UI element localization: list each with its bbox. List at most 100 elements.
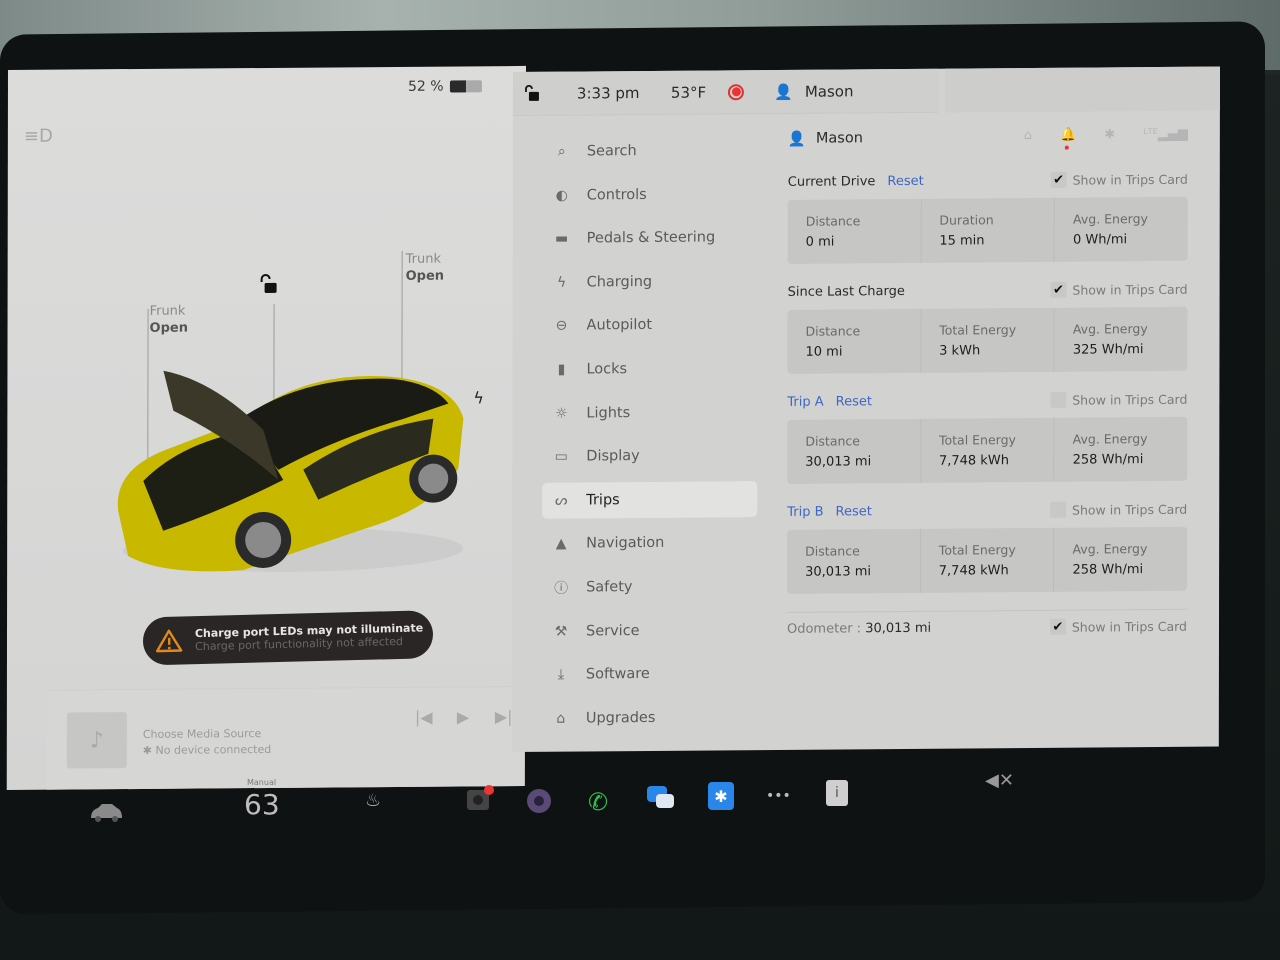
since-last-charge-checkbox[interactable]: ✔ xyxy=(1050,281,1067,298)
nav-item-label: Pedals & Steering xyxy=(586,229,716,247)
current-drive-header: Current Drive Reset ✔ Show in Trips Card xyxy=(788,165,1188,196)
driver-profile[interactable]: 👤 Mason xyxy=(774,82,853,101)
cabin-temperature[interactable]: 63 xyxy=(244,788,280,821)
trip-a-checkbox[interactable] xyxy=(1050,391,1067,408)
profile-name: Mason xyxy=(815,130,863,147)
stat-value: 30,013 mi xyxy=(805,564,872,580)
odometer-value: 30,013 mi xyxy=(865,620,932,636)
charge-port-alert[interactable]: Charge port LEDs may not illuminate Char… xyxy=(142,610,434,666)
nav-item-controls[interactable]: ◐ Controls xyxy=(543,176,758,214)
nav-item-pedals-steering[interactable]: ▬ Pedals & Steering xyxy=(543,219,758,257)
dashcam-viewer-icon[interactable] xyxy=(526,788,552,814)
odometer-checkbox[interactable]: ✔ xyxy=(1049,618,1066,635)
stat-value: 0 Wh/mi xyxy=(1073,232,1128,248)
stat-distance: Distance 30,013 mi xyxy=(787,528,921,594)
nav-item-label: Display xyxy=(586,448,640,465)
stat-value: 30,013 mi xyxy=(805,454,872,470)
outside-temperature: 53°F xyxy=(670,83,707,102)
trip-a-show-in-trips-card[interactable]: Show in Trips Card xyxy=(1050,391,1187,408)
odometer-show-in-trips-card[interactable]: ✔ Show in Trips Card xyxy=(1049,618,1187,635)
bottom-dock: Manual 63 ♨ ✆ ✱ ••• i ◀✕ xyxy=(60,770,1060,850)
camera-icon[interactable] xyxy=(465,784,495,812)
bag-icon: ⌂ xyxy=(556,710,566,727)
previous-track-button[interactable]: |◀ xyxy=(415,708,433,727)
dashcam-record-icon[interactable] xyxy=(728,83,745,100)
trip-b-reset-button[interactable]: Reset xyxy=(835,504,871,519)
nav-item-label: Safety xyxy=(586,579,633,596)
current-drive-reset-button[interactable]: Reset xyxy=(887,173,923,188)
current-drive-show-in-trips-card[interactable]: ✔ Show in Trips Card xyxy=(1050,171,1188,188)
notification-bell-icon[interactable]: 🔔 xyxy=(1060,128,1076,143)
volume-muted-icon[interactable]: ◀✕ xyxy=(985,770,1014,791)
homelink-icon[interactable]: ⌂ xyxy=(1024,128,1032,143)
trunk-status[interactable]: Trunk Open xyxy=(406,251,444,285)
media-source-title[interactable]: Choose Media Source xyxy=(143,727,261,741)
play-button[interactable]: ▶ xyxy=(457,707,469,726)
frunk-status[interactable]: Frunk Open xyxy=(150,303,188,337)
music-note-icon[interactable]: ♪ xyxy=(66,712,127,769)
trip-a-header: Trip A Reset Show in Trips Card xyxy=(787,385,1187,416)
charge-port-bolt-icon: ϟ xyxy=(473,388,484,408)
lock-status-icon[interactable] xyxy=(523,84,541,102)
trips-content: 👤 Mason ⌂ 🔔 ✱ ᴸᵀᴱ▂▄▆ Current Drive Reset ✔… xyxy=(787,121,1188,637)
nav-item-search[interactable]: ⌕ Search xyxy=(543,132,758,170)
nav-item-label: Software xyxy=(585,666,650,683)
unlock-icon[interactable] xyxy=(258,273,280,300)
stat-avg-energy: Avg. Energy 258 Wh/mi xyxy=(1054,527,1187,592)
stat-distance: Distance 10 mi xyxy=(787,308,922,374)
stat-value: 258 Wh/mi xyxy=(1072,452,1144,468)
trip-a-reset-button[interactable]: Reset xyxy=(836,394,872,409)
stat-value: 258 Wh/mi xyxy=(1072,562,1144,578)
next-track-button[interactable]: ▶| xyxy=(495,707,513,726)
stat-label: Distance xyxy=(805,543,860,559)
messages-icon[interactable] xyxy=(646,784,676,812)
clock: 3:33 pm xyxy=(576,83,640,103)
headlight-icon[interactable]: ≡D xyxy=(24,126,53,147)
trip-b-show-in-trips-card[interactable]: Show in Trips Card xyxy=(1050,501,1187,518)
search-icon: ⌕ xyxy=(557,143,566,160)
nav-item-charging[interactable]: ϟ Charging xyxy=(543,263,758,301)
odometer-divider xyxy=(787,608,1188,613)
stat-value: 7,748 kWh xyxy=(938,563,1009,579)
stat-avg-energy: Avg. Energy 258 Wh/mi xyxy=(1055,417,1188,482)
nav-item-label: Locks xyxy=(586,361,628,378)
nav-item-display[interactable]: ▭ Display xyxy=(542,437,757,475)
nav-item-upgrades[interactable]: ⌂ Upgrades xyxy=(542,699,757,737)
user-icon: 👤 xyxy=(774,82,793,101)
nav-item-service[interactable]: ⚒ Service xyxy=(542,612,757,650)
nav-item-locks[interactable]: ▮ Locks xyxy=(542,350,757,388)
nav-item-autopilot[interactable]: ⊖ Autopilot xyxy=(543,306,758,344)
trip-b-checkbox[interactable] xyxy=(1050,501,1067,518)
nav-item-label: Trips xyxy=(586,491,620,509)
since-last-charge-show-in-trips-card[interactable]: ✔ Show in Trips Card xyxy=(1050,281,1188,298)
car-icon: ▬ xyxy=(555,230,569,247)
stat-value: 10 mi xyxy=(805,344,843,360)
nav-item-navigation[interactable]: ▲ Navigation xyxy=(542,524,757,562)
nav-item-trips[interactable]: ᔕ Trips xyxy=(542,480,758,519)
since-last-charge-header: Since Last Charge ✔ Show in Trips Card xyxy=(788,275,1188,306)
bluetooth-icon[interactable]: ✱ xyxy=(1104,127,1115,142)
current-drive-checkbox[interactable]: ✔ xyxy=(1050,171,1067,188)
stat-duration: Duration 15 min xyxy=(921,197,1056,263)
stat-total-energy: Total Energy 7,748 kWh xyxy=(920,527,1055,593)
stat-label: Avg. Energy xyxy=(1072,431,1148,447)
stat-distance: Distance 30,013 mi xyxy=(787,418,922,484)
trip-b-stats-card: Distance 30,013 mi Total Energy 7,748 kWh Av… xyxy=(787,526,1188,594)
toggle-icon: ◐ xyxy=(555,187,568,204)
nav-item-lights[interactable]: ☼ Lights xyxy=(542,394,757,432)
stat-avg-energy: Avg. Energy 325 Wh/mi xyxy=(1055,307,1188,372)
bluetooth-app-icon[interactable]: ✱ xyxy=(708,782,734,810)
phone-icon[interactable]: ✆ xyxy=(588,788,608,816)
alert-circle-icon: ⓘ xyxy=(554,580,569,597)
nav-item-label: Upgrades xyxy=(585,709,656,727)
nav-item-label: Autopilot xyxy=(586,317,653,334)
seat-heater-icon[interactable]: ♨ xyxy=(365,790,381,811)
nav-item-safety[interactable]: ⓘ Safety xyxy=(542,568,757,606)
car-icon[interactable] xyxy=(88,802,124,824)
more-apps-icon[interactable]: ••• xyxy=(766,788,791,804)
nav-item-label: Controls xyxy=(586,186,647,204)
owners-manual-icon[interactable]: i xyxy=(826,780,848,806)
nav-item-software[interactable]: ⤓ Software xyxy=(542,655,757,693)
wrench-icon: ⚒ xyxy=(554,623,568,640)
sun-icon: ☼ xyxy=(555,405,568,422)
